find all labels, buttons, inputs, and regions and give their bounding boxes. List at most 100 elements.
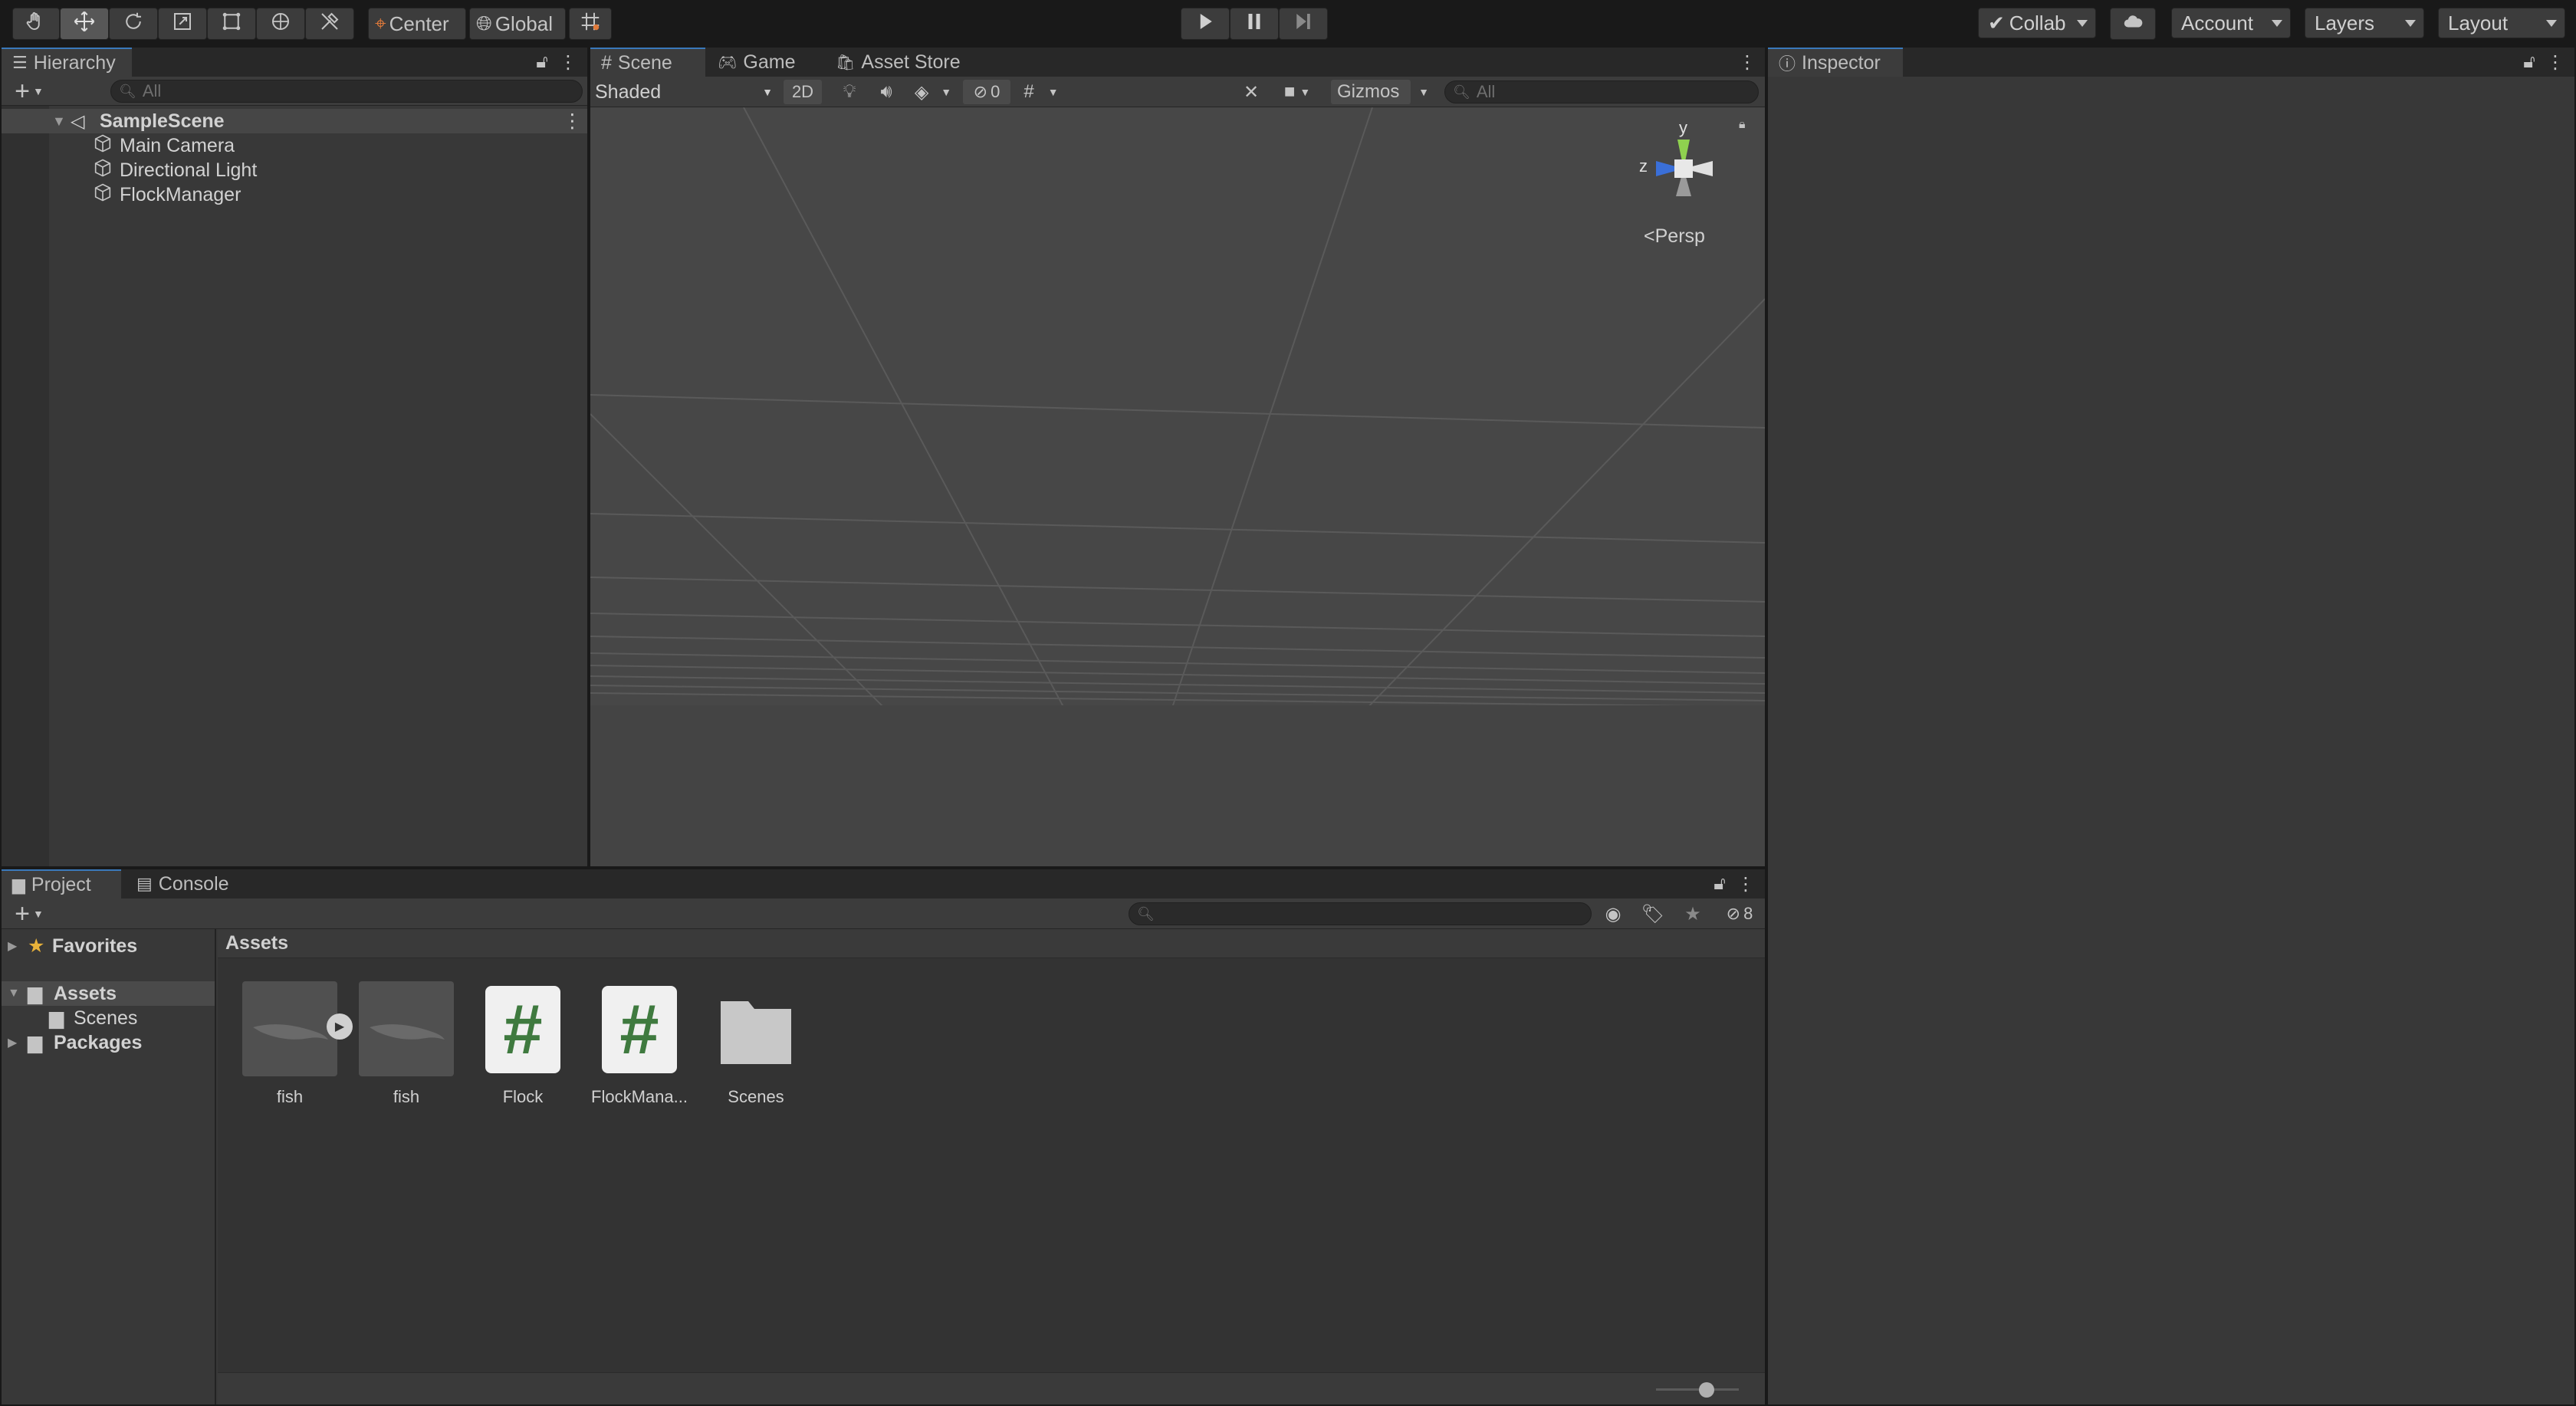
hierarchy-toolbar: + ▼ 🔍︎ All (2, 77, 587, 106)
hand-tool-button[interactable] (12, 8, 60, 40)
tree-item-favorites[interactable]: ▶ ★ Favorites (2, 934, 215, 958)
step-button[interactable] (1279, 8, 1328, 40)
orientation-gizmo[interactable]: y z 🔒︎ <Persp (1618, 118, 1756, 253)
search-icon: 🔍︎ (1453, 84, 1470, 100)
breadcrumb-item[interactable]: Assets (225, 932, 288, 954)
asset-item[interactable]: # Flock (469, 981, 577, 1107)
asset-item[interactable]: fish (353, 981, 460, 1107)
rect-icon (220, 10, 243, 38)
search-by-label-button[interactable]: 🏷︎ (1638, 902, 1668, 925)
asset-label: Scenes (728, 1087, 784, 1106)
tab-hierarchy[interactable]: ☰ Hierarchy (2, 48, 132, 77)
tree-item-scenes[interactable]: ▆ Scenes (2, 1006, 215, 1030)
pivot-space-button[interactable]: 🌐︎ Global (469, 8, 566, 40)
layers-dropdown[interactable]: Layers (2305, 8, 2424, 38)
caret-down-icon: ▼ (52, 113, 66, 129)
create-dropdown-button[interactable]: + ▼ (8, 77, 51, 106)
hidden-packages-toggle[interactable]: ⊘ 8 (1716, 902, 1763, 925)
kebab-menu-icon: ⋮ (1737, 873, 1755, 895)
account-label: Account (2181, 11, 2253, 34)
scale-tool-button[interactable] (158, 8, 207, 40)
eye-slash-icon: ⊘ (973, 82, 988, 101)
2d-mode-toggle[interactable]: 2D (784, 80, 822, 104)
move-tool-button[interactable] (60, 8, 109, 40)
folder-icon: ▆ (49, 1007, 64, 1029)
lock-icon[interactable]: 🔒︎ (1739, 118, 1746, 132)
panel-menu-button[interactable]: ⋮ (557, 51, 580, 74)
grid-dropdown[interactable]: # ▼ (1014, 80, 1069, 104)
project-search-input[interactable]: 🔍︎ (1129, 902, 1592, 925)
play-preview-icon[interactable]: ▶ (327, 1013, 353, 1040)
projection-toggle[interactable]: <Persp (1644, 225, 1705, 248)
panel-menu-button[interactable]: ⋮ (1734, 872, 1757, 895)
gizmos-menu-button[interactable]: ▼ (1412, 80, 1435, 104)
scene-tab-bar: # Scene 🎮︎ Game 🛍︎ Asset Store ⋮ (590, 48, 1765, 77)
list-icon: ☰ (12, 53, 28, 72)
grid-snap-button[interactable] (569, 8, 612, 40)
pivot-mode-button[interactable]: ⌖ Center (368, 8, 466, 40)
tab-scene[interactable]: # Scene (590, 48, 705, 77)
transform-tool-button[interactable] (256, 8, 305, 40)
console-tab-label: Console (158, 872, 229, 895)
panel-menu-button[interactable]: ⋮ (2544, 51, 2567, 74)
projection-label: Persp (1654, 225, 1705, 247)
scene-viewport[interactable]: y z 🔒︎ <Persp (590, 107, 1765, 866)
asset-item[interactable]: Scenes (702, 981, 810, 1107)
tree-item-assets[interactable]: ▼ ▆ Assets (2, 981, 215, 1006)
tab-inspector[interactable]: ⓘ Inspector (1768, 48, 1903, 77)
layout-dropdown[interactable]: Layout (2438, 8, 2565, 38)
hierarchy-item[interactable]: FlockManager (2, 182, 587, 207)
tools-icon: ✕ (1243, 81, 1260, 103)
chevron-down-icon (2405, 20, 2416, 27)
tree-item-packages[interactable]: ▶ ▆ Packages (2, 1030, 215, 1055)
tab-game[interactable]: 🎮︎ Game (707, 48, 822, 77)
account-dropdown[interactable]: Account (2171, 8, 2291, 38)
panel-menu-button[interactable]: ⋮ (1736, 51, 1759, 74)
audio-toggle[interactable]: 🔊︎ (869, 80, 903, 104)
chevron-down-icon (2077, 20, 2088, 27)
cloud-button[interactable] (2110, 8, 2156, 40)
save-search-button[interactable]: ★ (1677, 902, 1708, 925)
icon-size-slider-handle[interactable] (1699, 1382, 1714, 1398)
hierarchy-search-input[interactable]: 🔍︎ All (110, 80, 583, 103)
asset-store-tab-label: Asset Store (861, 51, 961, 73)
create-asset-dropdown-button[interactable]: + ▼ (8, 899, 51, 928)
folder-open-icon: ▆ (28, 983, 43, 1004)
asset-item[interactable]: ▶ fish (236, 981, 353, 1107)
collab-dropdown[interactable]: ✔ Collab (1978, 8, 2096, 38)
hierarchy-item-label: Main Camera (120, 134, 235, 156)
custom-tool-button[interactable] (305, 8, 354, 40)
shading-mode-dropdown[interactable]: Shaded ▼ (595, 80, 779, 104)
game-tab-label: Game (743, 51, 796, 73)
camera-dropdown[interactable]: ■ ▼ (1274, 80, 1320, 104)
pause-button[interactable] (1230, 8, 1279, 40)
search-by-type-button[interactable]: ◉ (1598, 902, 1628, 925)
rotate-tool-button[interactable] (109, 8, 158, 40)
tools-toggle[interactable]: ✕ (1234, 80, 1268, 104)
lock-button[interactable]: 🔓︎ (531, 51, 554, 74)
scene-search-input[interactable]: 🔍︎ All (1444, 80, 1759, 103)
gizmos-dropdown[interactable]: Gizmos (1331, 80, 1411, 104)
search-placeholder: All (142, 81, 162, 100)
effects-dropdown[interactable]: ◈ ▼ (906, 80, 960, 104)
scene-menu-icon[interactable]: ⋮ (563, 110, 582, 133)
shopping-bag-icon: 🛍︎ (836, 54, 856, 71)
scene-visibility-toggle[interactable]: ⊘ 0 (963, 80, 1010, 104)
rect-tool-button[interactable] (207, 8, 256, 40)
search-icon: 🔍︎ (1137, 905, 1155, 921)
tab-project[interactable]: ▆ Project (2, 869, 121, 898)
project-tab-label: Project (31, 873, 91, 895)
hierarchy-item[interactable]: Main Camera (2, 133, 587, 158)
lock-button[interactable]: 🔓︎ (1708, 872, 1731, 895)
tab-console[interactable]: ▤ Console (126, 869, 248, 898)
play-button[interactable] (1181, 8, 1230, 40)
asset-item[interactable]: # FlockMana... (586, 981, 693, 1107)
lock-button[interactable]: 🔓︎ (2518, 51, 2541, 74)
scene-row[interactable]: ▼ ◁ SampleScene ⋮ (2, 109, 587, 133)
csharp-script-icon: # (485, 986, 560, 1073)
hierarchy-item[interactable]: Directional Light (2, 158, 587, 182)
icon-size-slider[interactable] (1656, 1388, 1739, 1391)
lock-icon: 🔓︎ (536, 51, 548, 72)
tab-asset-store[interactable]: 🛍︎ Asset Store (825, 48, 978, 77)
lighting-toggle[interactable]: 💡︎ (833, 80, 866, 104)
